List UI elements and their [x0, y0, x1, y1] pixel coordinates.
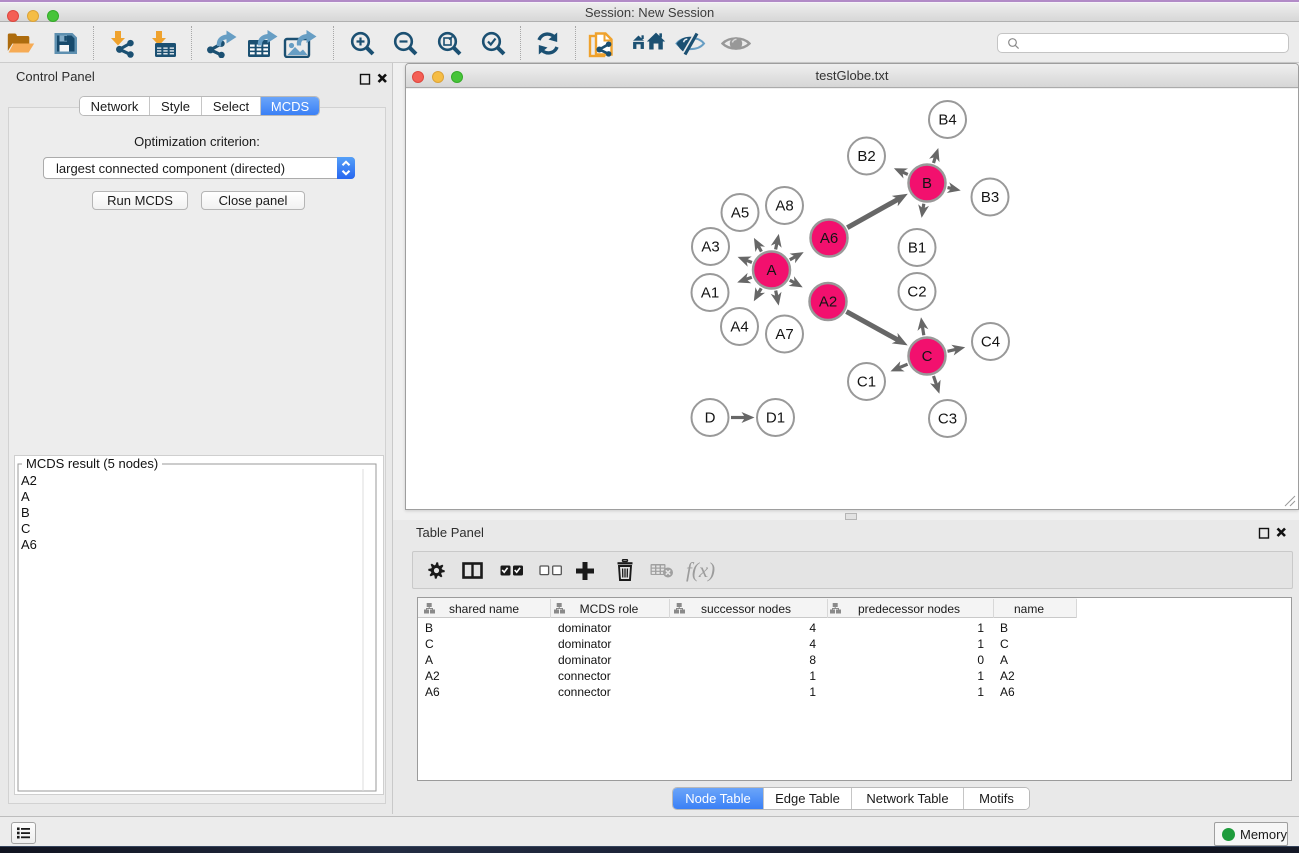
svg-text:A1: A1: [701, 285, 719, 302]
svg-text:B: B: [922, 175, 932, 192]
svg-text:B4: B4: [938, 112, 956, 129]
svg-text:C: C: [922, 348, 933, 365]
svg-text:A5: A5: [731, 205, 749, 222]
svg-text:A6: A6: [820, 230, 838, 247]
svg-text:D1: D1: [766, 410, 785, 427]
svg-text:B3: B3: [981, 189, 999, 206]
svg-text:C3: C3: [938, 411, 957, 428]
svg-text:A: A: [766, 262, 776, 279]
svg-text:C4: C4: [981, 334, 1000, 351]
svg-text:C1: C1: [857, 374, 876, 391]
svg-text:A4: A4: [730, 319, 748, 336]
svg-text:B2: B2: [857, 148, 875, 165]
svg-text:A7: A7: [775, 326, 793, 343]
svg-text:C2: C2: [907, 284, 926, 301]
svg-text:D: D: [705, 410, 716, 427]
svg-text:A3: A3: [701, 239, 719, 256]
svg-text:A2: A2: [819, 294, 837, 311]
svg-text:A8: A8: [775, 198, 793, 215]
svg-text:B1: B1: [908, 240, 926, 257]
